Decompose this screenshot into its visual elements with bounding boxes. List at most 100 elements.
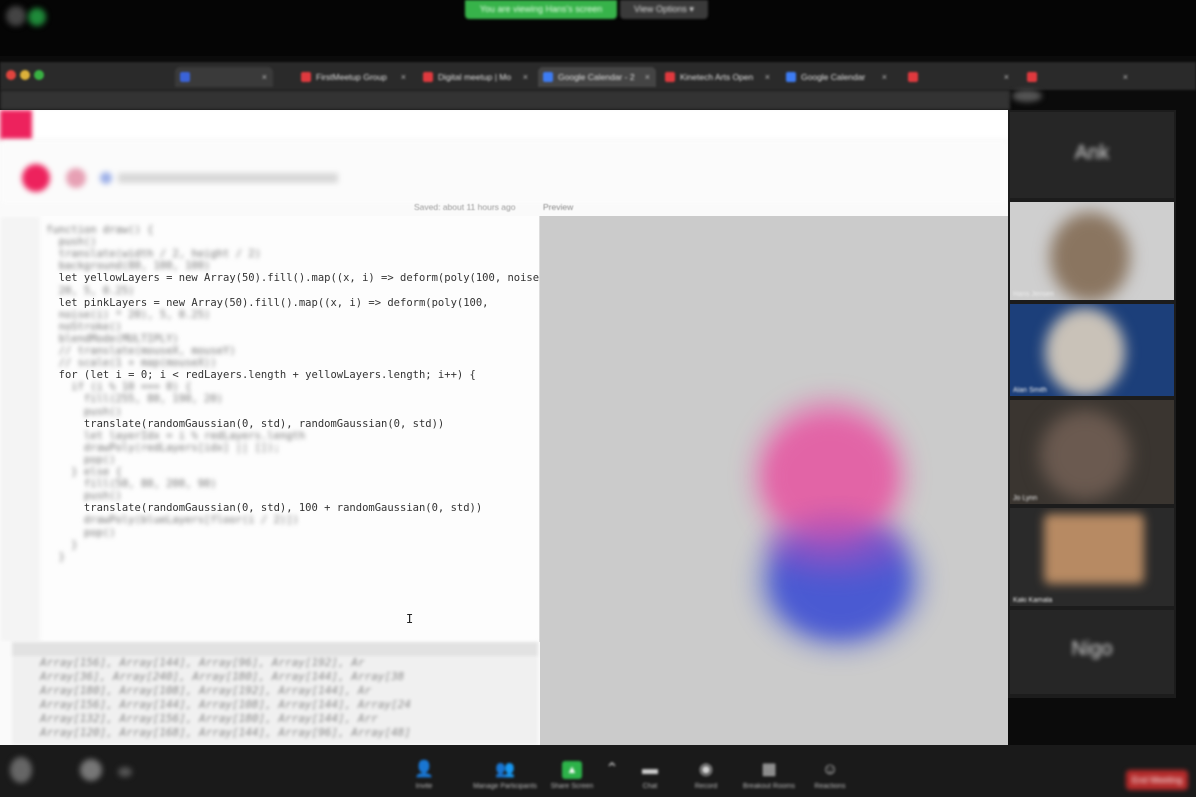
participant-tile[interactable]: Kaki Kamala (1010, 508, 1174, 606)
browser-address-bar[interactable] (0, 90, 1010, 110)
close-tab-icon[interactable]: × (765, 67, 770, 87)
code-line[interactable]: } else { (46, 466, 122, 478)
code-line[interactable]: push() (46, 406, 122, 418)
tab-favicon (423, 72, 433, 82)
code-line[interactable]: } (46, 539, 77, 551)
tab-favicon (1027, 72, 1037, 82)
browser-tab[interactable]: × (903, 67, 1015, 87)
record-icon: ◉ (699, 761, 713, 778)
record-button[interactable]: ◉ Record (676, 761, 736, 790)
code-line[interactable]: push() (46, 236, 97, 248)
code-editor[interactable]: function draw() { push() translate(width… (0, 216, 540, 642)
participant-tile[interactable]: Nigo (1010, 610, 1174, 694)
code-line[interactable]: let pinkLayers = new Array(50).fill().ma… (46, 297, 489, 309)
participant-tile[interactable]: Jo Lynn (1010, 400, 1174, 504)
code-line[interactable]: pop() (46, 454, 116, 466)
tab-favicon (665, 72, 675, 82)
code-line[interactable]: translate(width / 2, height / 2) (46, 248, 261, 260)
code-line[interactable]: // scale(1 + map(mouseX)) (46, 357, 217, 369)
code-line[interactable]: noise(i) * 20), 5, 0.25) (46, 309, 211, 321)
code-line[interactable]: let yellowLayers = new Array(50).fill().… (46, 272, 539, 284)
manage-participants-button[interactable]: 👥 Manage Participants (460, 761, 550, 790)
participant-label: Alan Smith (1013, 387, 1047, 394)
manage-participants-label: Manage Participants (473, 783, 537, 790)
window-control-icon[interactable] (6, 6, 26, 26)
close-tab-icon[interactable]: × (401, 67, 406, 87)
participant-tile[interactable]: Hans Jensen (1010, 202, 1174, 300)
browser-tab[interactable]: × (175, 67, 273, 87)
minimize-window-icon[interactable] (20, 70, 30, 80)
browser-tab[interactable]: Digital meetup | Mo × (418, 67, 534, 87)
tab-title: Digital meetup | Mo (438, 72, 512, 82)
play-button[interactable] (22, 164, 50, 192)
stop-button[interactable] (66, 168, 86, 188)
p5-logo[interactable] (0, 110, 32, 140)
breakout-rooms-button[interactable]: ▦ Breakout Rooms (734, 761, 804, 790)
browser-tab[interactable]: Kinetech Arts Open × (660, 67, 776, 87)
editor-toolbar (0, 140, 1008, 205)
code-line[interactable]: translate(randomGaussian(0, std), random… (46, 418, 444, 430)
code-line[interactable]: } (46, 551, 65, 563)
close-tab-icon[interactable]: × (262, 67, 267, 87)
code-line[interactable]: drawPoly(blueLayers[floor(i / 2)]) (46, 514, 299, 526)
participant-tile[interactable]: Ank (1010, 112, 1174, 198)
code-line[interactable]: push() (46, 490, 122, 502)
screen-share-banner: You are viewing Hans's screen View Optio… (0, 0, 1196, 56)
chevron-up-icon[interactable] (118, 767, 132, 777)
close-tab-icon[interactable]: × (523, 67, 528, 87)
code-line[interactable]: function draw() { (46, 224, 153, 236)
browser-tab-active[interactable]: Google Calendar - 2 × (538, 67, 656, 87)
reactions-button[interactable]: ☺ Reactions (800, 761, 860, 790)
video-icon[interactable] (80, 759, 102, 781)
code-line[interactable]: translate(randomGaussian(0, std), 100 + … (46, 502, 482, 514)
overlap-shape-layer (765, 516, 905, 576)
close-tab-icon[interactable]: × (1004, 67, 1009, 87)
code-line[interactable]: let layerIdx = i % redLayers.length (46, 430, 305, 442)
close-tab-icon[interactable]: × (1123, 67, 1128, 87)
browser-tab[interactable]: FirstMeetup Group × (296, 67, 412, 87)
mic-icon[interactable] (10, 757, 32, 783)
code-line[interactable]: // translate(mouseX, mouseY) (46, 345, 236, 357)
close-tab-icon[interactable]: × (645, 67, 650, 87)
screen-share-status: You are viewing Hans's screen (465, 0, 617, 19)
close-tab-icon[interactable]: × (882, 67, 887, 87)
breakout-rooms-label: Breakout Rooms (742, 783, 796, 790)
code-line[interactable]: 20, 5, 0.25) (46, 285, 135, 297)
console-line: Array[156], Array[144], Array[96], Array… (40, 656, 365, 669)
close-window-icon[interactable] (6, 70, 16, 80)
code-line[interactable]: fill(255, 80, 190, 20) (46, 393, 223, 405)
view-options-button[interactable]: View Options ▾ (620, 0, 708, 19)
code-line[interactable]: for (let i = 0; i < redLayers.length + y… (46, 369, 476, 381)
invite-icon: 👤 (414, 761, 434, 778)
participant-video (1050, 212, 1130, 300)
auto-refresh-checkbox[interactable] (100, 172, 112, 184)
gallery-toggle-icon[interactable] (1012, 90, 1042, 102)
chat-label: Chat (642, 783, 658, 790)
code-line[interactable]: fill(50, 80, 200, 90) (46, 478, 217, 490)
sketch-title[interactable] (118, 173, 338, 183)
chevron-up-icon: ⌃ (605, 761, 619, 778)
browser-tab[interactable]: Google Calendar × (781, 67, 893, 87)
code-line[interactable]: blendMode(MULTIPLY) (46, 333, 179, 345)
participant-tile[interactable]: Alan Smith (1010, 304, 1174, 396)
code-line[interactable]: drawPoly(redLayers[idx] || []); (46, 442, 280, 454)
console-panel[interactable]: Array[156], Array[144], Array[96], Array… (12, 642, 538, 745)
invite-button[interactable]: 👤 Invite (394, 761, 454, 790)
code-line[interactable]: if (i % 10 === 0) { (46, 381, 191, 393)
editor-nav-bar (0, 110, 1008, 141)
participants-panel: Ank Hans Jensen Alan Smith Jo Lynn Kaki … (1008, 90, 1176, 698)
chat-button[interactable]: ▬ Chat (620, 761, 680, 790)
end-meeting-button[interactable]: End Meeting (1126, 770, 1188, 790)
code-line[interactable]: pop() (46, 527, 116, 539)
maximize-window-icon[interactable] (34, 70, 44, 80)
console-line: Array[36], Array[240], Array[180], Array… (40, 670, 405, 683)
code-line[interactable]: noStroke() (46, 321, 122, 333)
sketch-preview-canvas[interactable] (540, 216, 1008, 745)
saved-status: Saved: about 11 hours ago (414, 202, 516, 212)
console-header[interactable] (12, 642, 538, 656)
line-number-gutter (0, 216, 40, 642)
browser-tab[interactable]: × (1022, 67, 1134, 87)
window-control-icon[interactable] (28, 8, 46, 26)
code-line[interactable]: background(80, 100, 100) (46, 260, 211, 272)
browser-tab-strip: × FirstMeetup Group × Digital meetup | Mo… (0, 62, 1196, 90)
